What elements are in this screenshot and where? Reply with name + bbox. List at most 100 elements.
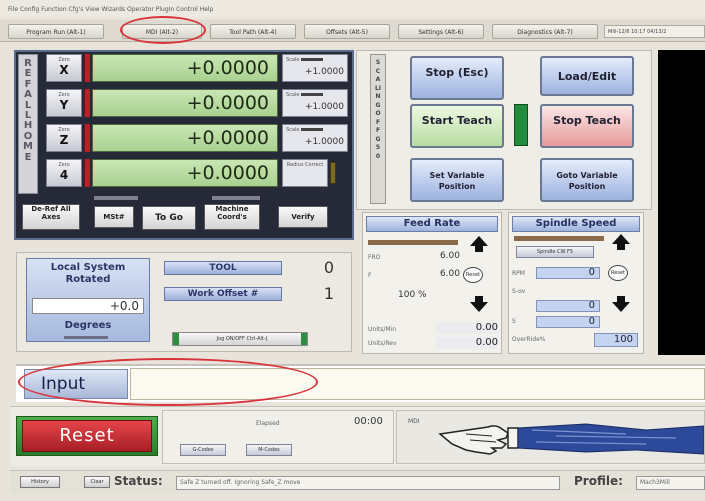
clear-button[interactable]: Clear xyxy=(84,476,110,488)
tab-diagnostics[interactable]: Diagnostics (Alt-7) xyxy=(492,24,598,39)
feed-reset-button[interactable]: Reset xyxy=(463,267,483,283)
units-min-label: Units/Min xyxy=(368,326,397,333)
machine-coords-button[interactable]: Machine Coord's xyxy=(204,204,260,230)
fro-value: 6.00 xyxy=(439,251,460,261)
units-rev-label: Units/Rev xyxy=(368,340,397,347)
y-scale-box[interactable]: Scale +1.0000 xyxy=(282,89,348,117)
radius-correct-box[interactable]: Radius Correct xyxy=(282,159,328,187)
elapsed-label: Elapsed xyxy=(256,420,280,427)
z-scale-value: +1.0000 xyxy=(304,137,344,147)
jog-led-left xyxy=(173,333,179,345)
work-offset-label: Work Offset # xyxy=(164,287,282,301)
z-scale-box[interactable]: Scale +1.0000 xyxy=(282,124,348,152)
y-dro[interactable]: +0.0000 xyxy=(92,89,278,117)
rpm-value: 0 xyxy=(536,267,600,279)
local-system-value[interactable]: +0.0 xyxy=(32,298,144,314)
spindle-slider[interactable] xyxy=(514,236,604,241)
load-edit-button[interactable]: Load/Edit xyxy=(540,56,634,96)
mstr-button[interactable]: MSt# xyxy=(94,206,134,228)
tab-tool-path[interactable]: Tool Path (Alt-4) xyxy=(210,24,296,39)
jog-toggle-button[interactable]: Jog ON/OFF Ctrl-Alt-J xyxy=(172,332,308,346)
zero-y-button[interactable]: Zero Y xyxy=(46,89,82,117)
status-message: Safe Z turned off. Ignoring Safe_Z move xyxy=(176,476,560,490)
menu-bar[interactable]: File Config Function Cfg's View Wizards … xyxy=(0,0,705,18)
spindle-speed-title: Spindle Speed xyxy=(512,216,640,232)
degrees-label: Degrees xyxy=(64,320,112,331)
ref-all-home-label: REF ALL HOME xyxy=(23,58,33,163)
tool-label: TOOL xyxy=(164,261,282,275)
radius-correct-label: Radius Correct xyxy=(286,162,324,168)
z-scale-label: Scale xyxy=(286,127,300,133)
spindle-down-button[interactable] xyxy=(612,296,630,312)
stop-button[interactable]: Stop (Esc) xyxy=(410,56,504,100)
stop-teach-button[interactable]: Stop Teach xyxy=(540,104,634,148)
tab-program-run[interactable]: Program Run (Alt-1) xyxy=(8,24,104,39)
spindle-cw-button[interactable]: Spindle CW F5 xyxy=(516,246,594,258)
tab-offsets[interactable]: Offsets (Alt-5) xyxy=(304,24,390,39)
tab-mdi[interactable]: MDI (Alt-2) xyxy=(122,24,202,39)
ref-all-home-button[interactable]: REF ALL HOME xyxy=(18,54,38,194)
y-scale-bar xyxy=(301,93,324,96)
zero-4-button[interactable]: Zero 4 xyxy=(46,159,82,187)
datetime-display: Mill-12/6 10:17 04/13/2 xyxy=(604,25,705,38)
feed-slider[interactable] xyxy=(368,240,458,245)
axis-4-letter: 4 xyxy=(59,168,69,182)
z-ref-indicator xyxy=(84,124,90,152)
tool-value: 0 xyxy=(323,258,334,277)
a-dro[interactable]: +0.0000 xyxy=(92,159,278,187)
zero-x-button[interactable]: Zero X xyxy=(46,54,82,82)
x-scale-bar xyxy=(301,58,324,61)
axis-x-letter: X xyxy=(59,63,69,77)
set-variable-position-button[interactable]: Set Variable Position xyxy=(410,158,504,202)
override-label: OverRide% xyxy=(512,336,546,343)
profile-label: Profile: xyxy=(574,474,623,488)
to-go-button[interactable]: To Go xyxy=(142,206,196,230)
goto-variable-position-button[interactable]: Goto Variable Position xyxy=(540,158,634,202)
feed-down-button[interactable] xyxy=(470,296,488,312)
x-dro[interactable]: +0.0000 xyxy=(92,54,278,82)
zero-z-button[interactable]: Zero Z xyxy=(46,124,82,152)
verify-button[interactable]: Verify xyxy=(278,206,328,228)
fro-label: FRO xyxy=(368,254,381,261)
y-scale-label: Scale xyxy=(286,92,300,98)
arrow-up-icon xyxy=(470,236,488,246)
arrow-down-icon xyxy=(612,302,630,312)
spindle-reset-button[interactable]: Reset xyxy=(608,265,628,281)
radius-correct-indicator xyxy=(330,162,336,184)
start-teach-button[interactable]: Start Teach xyxy=(410,104,504,148)
toolpath-display xyxy=(658,50,705,355)
axis-y-letter: Y xyxy=(59,98,69,112)
feed-up-button[interactable] xyxy=(470,236,488,252)
de-ref-all-axes-button[interactable]: De-Ref All Axes xyxy=(22,204,80,230)
g-codes-button[interactable]: G-Codes xyxy=(180,444,226,456)
input-label: Input xyxy=(24,369,128,399)
pointing-hand-icon xyxy=(438,423,704,455)
scaling-off-button[interactable]: SCALING OFF G50 xyxy=(370,54,386,204)
units-rev-value: 0.00 xyxy=(436,337,498,349)
axis-z-letter: Z xyxy=(59,133,69,147)
x-scale-label: Scale xyxy=(286,57,300,63)
jog-led-right xyxy=(301,333,307,345)
local-system-title: Local System Rotated xyxy=(50,262,126,285)
override-value: 100 xyxy=(594,333,638,347)
s-label: S xyxy=(512,318,516,325)
a-ref-indicator xyxy=(84,159,90,187)
reset-button[interactable]: Reset xyxy=(22,420,152,452)
x-scale-box[interactable]: Scale +1.0000 xyxy=(282,54,348,82)
history-button[interactable]: History xyxy=(20,476,60,488)
arrow-up-icon xyxy=(612,234,630,244)
y-scale-value: +1.0000 xyxy=(304,102,344,112)
arrow-stem xyxy=(475,246,483,252)
rpm-label: RPM xyxy=(512,270,525,277)
z-dro[interactable]: +0.0000 xyxy=(92,124,278,152)
spindle-up-button[interactable] xyxy=(612,234,630,250)
machine-coords-led xyxy=(212,196,260,200)
arrow-down-icon xyxy=(470,302,488,312)
teach-led xyxy=(514,104,528,146)
mdi-input-field[interactable] xyxy=(130,368,705,400)
sov-label: S-ov xyxy=(512,288,526,295)
tab-settings[interactable]: Settings (Alt-6) xyxy=(398,24,484,39)
m-codes-button[interactable]: M-Codes xyxy=(246,444,292,456)
status-label: Status: xyxy=(114,474,163,488)
profile-value: Mach3Mill xyxy=(636,476,705,490)
